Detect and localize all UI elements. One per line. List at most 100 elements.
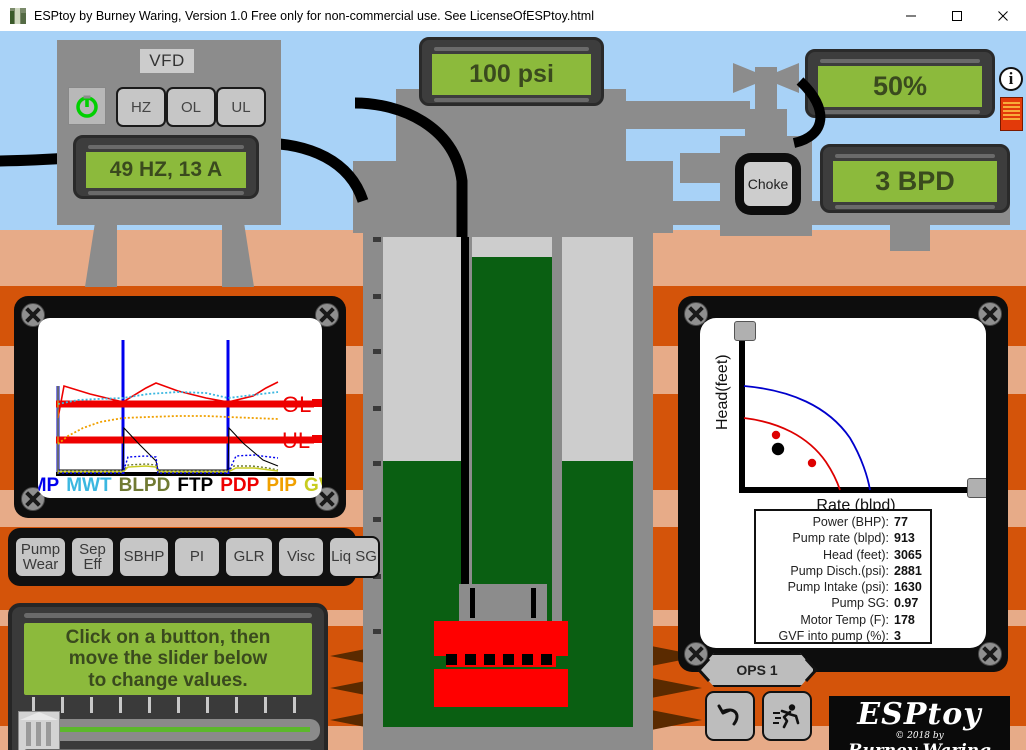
- minimize-button[interactable]: [888, 0, 934, 31]
- row-label: Pump rate (blpd):: [792, 531, 889, 546]
- instruction-line-1: Click on a button, then: [65, 626, 271, 648]
- table-row: GVF into pump (%): 3: [760, 628, 924, 644]
- max-rate-point: [807, 458, 817, 468]
- row-value: 913: [894, 531, 915, 546]
- logo-line-2: © 2018 by: [895, 731, 944, 741]
- row-value: 3: [894, 629, 901, 644]
- tubing-fluid: [472, 257, 552, 637]
- row-value: 77: [894, 515, 908, 529]
- ops-selector[interactable]: OPS 1: [699, 653, 815, 687]
- x-axis-range-handle[interactable]: [967, 478, 986, 498]
- info-icon[interactable]: i: [999, 67, 1023, 91]
- chevron-left-icon: [696, 657, 711, 683]
- app-icon: [10, 7, 26, 24]
- row-label: Pump Intake (psi):: [787, 580, 889, 595]
- row-label: Motor Temp (F):: [800, 612, 889, 627]
- vfd-power-button[interactable]: [68, 87, 106, 125]
- manual-book-icon[interactable]: [1000, 97, 1023, 131]
- operating-point: [771, 442, 785, 456]
- row-value: 2881: [894, 563, 922, 578]
- legend-item-amp: AMP: [38, 475, 60, 496]
- trend-chart-screen[interactable]: OL UL AMP MWT BLPD FTP PDP PIP GVF: [38, 318, 322, 498]
- ops-prev-button[interactable]: [694, 653, 714, 687]
- param-button-sep-eff-line2: Eff: [83, 556, 102, 573]
- choke-percent-value: 50%: [818, 66, 982, 107]
- choke-button-label: Choke: [747, 176, 789, 192]
- param-button-sbhp[interactable]: SBHP: [118, 536, 170, 578]
- choke-button-bezel[interactable]: Choke: [735, 153, 801, 215]
- vfd-button-hz[interactable]: HZ: [116, 87, 166, 127]
- table-row: Power (BHP): 77: [760, 514, 924, 530]
- seal-slot-left: [470, 588, 475, 618]
- trend-chart-svg: OL UL: [56, 340, 322, 476]
- legend-item-ftp: FTP: [177, 475, 214, 496]
- instruction-line-3: to change values.: [88, 669, 248, 691]
- power-icon: [76, 95, 98, 118]
- row-value: 0.97: [894, 596, 919, 611]
- y-axis-range-handle[interactable]: [734, 321, 756, 341]
- wellhead-flange: [353, 161, 673, 233]
- vfd-button-ol[interactable]: OL: [166, 87, 216, 127]
- maximize-button[interactable]: [934, 0, 980, 31]
- param-button-pump-wear[interactable]: Pump Wear: [14, 536, 67, 578]
- tubing-gas-cap: [472, 237, 552, 257]
- param-button-glr[interactable]: GLR: [224, 536, 274, 578]
- app-root: ESPtoy by Burney Waring, Version 1.0 Fre…: [0, 0, 1026, 750]
- app-logo: ESPtoy © 2018 by Burney Waring: [829, 696, 1010, 750]
- table-row: Head (feet): 3065: [760, 547, 924, 563]
- param-button-liq-sg[interactable]: Liq SG: [328, 536, 380, 578]
- running-person-icon: [773, 704, 800, 729]
- vfd-button-ol-label: OL: [180, 98, 201, 116]
- ops-label: OPS 1: [736, 662, 778, 678]
- row-label: Head (feet):: [822, 547, 889, 562]
- undo-button[interactable]: [705, 691, 755, 741]
- param-button-liq-sg-label: Liq SG: [331, 548, 377, 566]
- param-button-pi[interactable]: PI: [173, 536, 221, 578]
- table-row: Pump SG: 0.97: [760, 595, 924, 611]
- trend-chart-legend: AMP MWT BLPD FTP PDP PIP GVF: [38, 474, 322, 498]
- close-button[interactable]: [980, 0, 1026, 31]
- row-value: 3065: [894, 547, 922, 562]
- vfd-button-ul[interactable]: UL: [216, 87, 266, 127]
- vfd-tag-label: VFD: [140, 49, 194, 73]
- legend-item-pip: PIP: [266, 475, 297, 496]
- slider-track[interactable]: [22, 719, 320, 741]
- row-label: Pump SG:: [831, 596, 889, 611]
- slider-tick-marks: [26, 697, 318, 715]
- row-value: 1630: [894, 580, 922, 595]
- svg-text:Head(feet): Head(feet): [714, 354, 731, 430]
- instruction-display: Click on a button, then move the slider …: [24, 623, 312, 695]
- param-button-sep-eff[interactable]: Sep Eff: [70, 536, 115, 578]
- param-button-visc-label: Visc: [286, 548, 316, 566]
- param-button-visc[interactable]: Visc: [277, 536, 325, 578]
- min-rate-point: [771, 430, 781, 440]
- pump-curve-panel: Head(feet) Rate (blpd) Power (BHP): 77 P…: [678, 296, 1008, 672]
- depth-scale-ticks: [373, 237, 381, 717]
- undo-arrow-icon: [717, 704, 739, 726]
- pump-intake-ports: [446, 654, 558, 665]
- slider-thumb[interactable]: [18, 711, 60, 750]
- table-row: Pump rate (blpd): 913: [760, 530, 924, 546]
- wellhead-pressure-gauge: 100 psi: [419, 37, 604, 106]
- vfd-display-frame: 49 HZ, 13 A: [73, 135, 259, 199]
- logo-line-3: Burney Waring: [848, 743, 991, 750]
- vfd-display-screen: 49 HZ, 13 A: [86, 152, 246, 188]
- row-label: Pump Disch.(psi):: [790, 563, 889, 578]
- production-rate-value: 3 BPD: [833, 161, 997, 202]
- parameter-button-strip: Pump Wear Sep Eff SBHP PI GLR Visc Liq S…: [8, 528, 380, 586]
- production-rate-gauge: 3 BPD: [820, 144, 1010, 213]
- flowline-upper: [620, 101, 750, 129]
- param-button-sbhp-label: SBHP: [123, 548, 165, 566]
- vfd-button-ul-label: UL: [231, 98, 251, 116]
- row-value: 178: [894, 612, 915, 627]
- run-button[interactable]: [762, 691, 812, 741]
- svg-text:UL: UL: [282, 428, 310, 453]
- ops-next-button[interactable]: [801, 653, 821, 687]
- power-cable-downhole: [461, 237, 469, 637]
- pump-curve-svg: Head(feet) Rate (blpd): [714, 332, 972, 514]
- param-button-glr-label: GLR: [233, 548, 265, 566]
- legend-item-pdp: PDP: [220, 475, 260, 496]
- pump-data-table: Power (BHP): 77 Pump rate (blpd): 913 He…: [754, 509, 932, 644]
- slider-panel: Click on a button, then move the slider …: [8, 603, 328, 750]
- window-titlebar: ESPtoy by Burney Waring, Version 1.0 Fre…: [0, 0, 1026, 32]
